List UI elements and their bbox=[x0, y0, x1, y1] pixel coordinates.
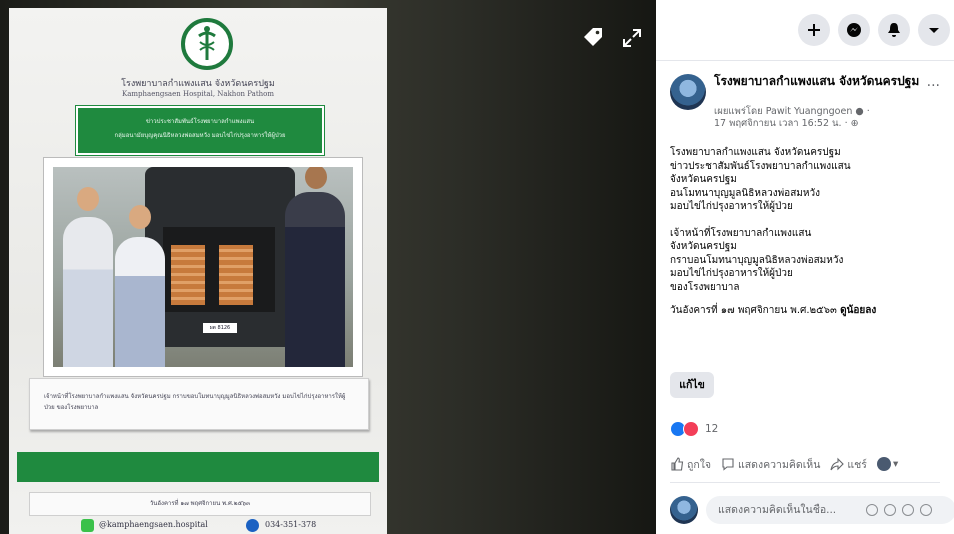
account-button[interactable] bbox=[918, 14, 950, 46]
post-line: โรงพยาบาลกำแพงแสน จังหวัดนครปฐม bbox=[670, 147, 841, 158]
poster-date: วันอังคารที่ ๑๗ พฤศจิกายน พ.ศ.๒๕๖๓ bbox=[29, 492, 371, 516]
post-actions: ถูกใจ แสดงความคิดเห็น แชร์ ▾ bbox=[670, 452, 954, 476]
photo-viewer[interactable]: โรงพยาบาลกำแพงแสน จังหวัดนครปฐม Kamphaen… bbox=[0, 0, 656, 534]
comment-button[interactable]: แสดงความคิดเห็น bbox=[721, 456, 820, 473]
person-officer bbox=[285, 192, 345, 367]
post-line: จังหวัดนครปฐม bbox=[670, 174, 737, 185]
post-line: มอบไข่ไก่ปรุงอาหารให้ผู้ป่วย bbox=[670, 201, 793, 212]
poster-photo-frame: ผต 8126 bbox=[44, 158, 362, 376]
post-meta: เผยแพร่โดย Pawit Yuangngoen ● · 17 พฤศจิ… bbox=[714, 106, 934, 130]
tag-icon[interactable] bbox=[581, 26, 605, 50]
posted-by: เผยแพร่โดย Pawit Yuangngoen ● · bbox=[714, 106, 870, 117]
post-line: อนโมทนาบุญมูลนิธิหลวงพ่อสมหวัง bbox=[670, 187, 820, 199]
comment-box[interactable] bbox=[706, 496, 954, 524]
license-plate: ผต 8126 bbox=[203, 323, 237, 333]
post-photo[interactable]: โรงพยาบาลกำแพงแสน จังหวัดนครปฐม Kamphaen… bbox=[9, 8, 387, 534]
audience-selector[interactable]: ▾ bbox=[876, 457, 899, 471]
globe-icon: ⊕ bbox=[850, 118, 859, 129]
create-button[interactable] bbox=[798, 14, 830, 46]
emoji-icon[interactable] bbox=[866, 504, 878, 516]
expand-icon[interactable] bbox=[620, 26, 644, 50]
reaction-count: 12 bbox=[705, 423, 719, 435]
banner-line-1: ข่าวประชาสัมพันธ์โรงพยาบาลกำแพงแสน bbox=[145, 118, 255, 125]
profile-avatar-icon bbox=[876, 457, 891, 471]
caret-down-icon: ▾ bbox=[892, 458, 899, 470]
see-less-link[interactable]: ดูน้อยลง bbox=[840, 305, 876, 316]
poster-footer: @kamphaengsaen.hospital 034-351-378 bbox=[9, 518, 387, 534]
top-bar bbox=[656, 0, 954, 61]
post-panel: โรงพยาบาลกำแพงแสน จังหวัดนครปฐม เผยแพร่โ… bbox=[656, 0, 954, 534]
share-button[interactable]: แชร์ bbox=[830, 456, 867, 473]
gif-icon[interactable] bbox=[902, 504, 914, 516]
line-id: @kamphaengsaen.hospital bbox=[99, 520, 208, 529]
share-icon bbox=[830, 457, 845, 471]
donation-photo: ผต 8126 bbox=[53, 167, 353, 367]
post-line: ของโรงพยาบาล bbox=[670, 281, 740, 293]
poster-hospital-name-th: โรงพยาบาลกำแพงแสน จังหวัดนครปฐม bbox=[121, 79, 275, 89]
post-timestamp[interactable]: 17 พฤศจิกายน เวลา 16:52 น. · ⊕ bbox=[714, 118, 934, 130]
egg-trays bbox=[219, 245, 253, 305]
page-name[interactable]: โรงพยาบาลกำแพงแสน จังหวัดนครปฐม bbox=[714, 74, 924, 89]
poster-green-bar bbox=[17, 452, 379, 482]
notifications-button[interactable] bbox=[878, 14, 910, 46]
help-icon[interactable]: ● bbox=[855, 106, 863, 117]
person-nurse bbox=[63, 217, 113, 367]
post-text: โรงพยาบาลกำแพงแสน จังหวัดนครปฐม ข่าวประช… bbox=[670, 146, 954, 318]
sticker-icon[interactable] bbox=[920, 504, 932, 516]
phone-number: 034-351-378 bbox=[265, 520, 317, 529]
thumbs-up-icon bbox=[671, 457, 684, 471]
like-button[interactable]: ถูกใจ bbox=[670, 456, 711, 473]
caret-down-icon bbox=[929, 28, 939, 33]
banner-line-2: กลุ่มอนามัยบุญคุณนิธิหลวงพ่อสมหวัง มอบไข… bbox=[114, 132, 286, 139]
comment-icon bbox=[722, 458, 734, 471]
page-avatar[interactable] bbox=[670, 74, 706, 110]
messenger-button[interactable] bbox=[838, 14, 870, 46]
poster-caption: เจ้าหน้าที่โรงพยาบาลกำแพงแสน จังหวัดนครป… bbox=[29, 378, 369, 430]
post-header: โรงพยาบาลกำแพงแสน จังหวัดนครปฐม เผยแพร่โ… bbox=[670, 74, 940, 140]
phone-icon bbox=[246, 519, 259, 532]
camera-icon[interactable] bbox=[884, 504, 896, 516]
plus-icon bbox=[808, 24, 820, 36]
poster-hospital-name-en: Kamphaengsaen Hospital, Nakhon Pathom bbox=[121, 90, 275, 98]
line-app-icon bbox=[81, 519, 94, 532]
bell-icon bbox=[888, 23, 900, 37]
edit-button[interactable]: แก้ไข bbox=[670, 372, 714, 398]
post-line: จังหวัดนครปฐม bbox=[670, 241, 737, 252]
poster-title-banner: ข่าวประชาสัมพันธ์โรงพยาบาลกำแพงแสน กลุ่ม… bbox=[76, 106, 324, 155]
egg-trays bbox=[171, 245, 205, 305]
messenger-icon bbox=[847, 23, 861, 37]
post-line: กราบอนโมทนาบุญมูลนิธิหลวงพ่อสมหวัง bbox=[670, 254, 844, 266]
post-line: มอบไข่ไก่ปรุงอาหารให้ผู้ป่วย bbox=[670, 268, 793, 279]
comment-input[interactable] bbox=[716, 503, 860, 517]
hospital-logo bbox=[181, 18, 233, 70]
commenter-avatar[interactable] bbox=[670, 496, 698, 524]
caduceus-icon bbox=[198, 26, 216, 60]
love-reaction-icon bbox=[683, 421, 699, 437]
more-options-button[interactable]: ··· bbox=[927, 78, 940, 94]
post-date-line: วันอังคารที่ ๑๗ พฤศจิกายน พ.ศ.๒๕๖๓ ดูน้อ… bbox=[670, 305, 877, 316]
post-line: ข่าวประชาสัมพันธ์โรงพยาบาลกำแพงแสน bbox=[670, 160, 851, 172]
van: ผต 8126 bbox=[145, 167, 295, 347]
person-nurse bbox=[115, 237, 165, 367]
reactions-summary[interactable]: 12 bbox=[670, 420, 718, 438]
post-line: เจ้าหน้าที่โรงพยาบาลกำแพงแสน bbox=[670, 227, 812, 239]
